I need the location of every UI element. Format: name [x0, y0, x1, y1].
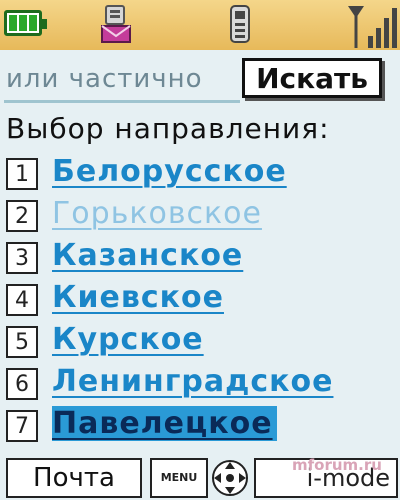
direction-link[interactable]: Киевское — [52, 280, 224, 315]
access-key-badge: 1 — [6, 158, 38, 190]
direction-link[interactable]: Казанское — [52, 238, 243, 273]
menu-key[interactable]: MENU — [150, 458, 208, 498]
access-key-badge: 6 — [6, 368, 38, 400]
signal-strength-icon — [348, 6, 397, 48]
mail-softkey[interactable]: Почта — [6, 458, 142, 498]
access-key-badge: 4 — [6, 284, 38, 316]
direction-link[interactable]: Горьковское — [52, 196, 262, 231]
list-item[interactable]: 2 Горьковское — [0, 194, 400, 236]
search-button[interactable]: Искать — [242, 58, 382, 98]
mail-icon — [101, 5, 131, 43]
search-field-underline — [4, 100, 240, 103]
watermark: mforum.ru — [292, 456, 382, 474]
direction-link[interactable]: Ленинградское — [52, 364, 333, 399]
phone-icon — [230, 5, 250, 43]
direction-list: 1 Белорусское 2 Горьковское 3 Казанское … — [0, 152, 400, 446]
section-title: Выбор направления: — [6, 112, 330, 145]
status-bar — [0, 0, 400, 50]
dpad-icon[interactable] — [210, 458, 250, 498]
access-key-badge: 2 — [6, 200, 38, 232]
access-key-badge: 3 — [6, 242, 38, 274]
access-key-badge: 7 — [6, 410, 38, 442]
list-item[interactable]: 4 Киевское — [0, 278, 400, 320]
direction-link[interactable]: Белорусское — [52, 154, 287, 189]
search-row: или частично Искать — [0, 56, 400, 106]
list-item-selected[interactable]: 7 Павелецкое — [0, 404, 400, 446]
search-hint: или частично — [6, 64, 203, 94]
battery-full-icon — [4, 10, 47, 36]
list-item[interactable]: 5 Курское — [0, 320, 400, 362]
direction-link[interactable]: Курское — [52, 322, 204, 357]
access-key-badge: 5 — [6, 326, 38, 358]
list-item[interactable]: 3 Казанское — [0, 236, 400, 278]
list-item[interactable]: 6 Ленинградское — [0, 362, 400, 404]
list-item[interactable]: 1 Белорусское — [0, 152, 400, 194]
direction-link-selected[interactable]: Павелецкое — [52, 406, 277, 441]
